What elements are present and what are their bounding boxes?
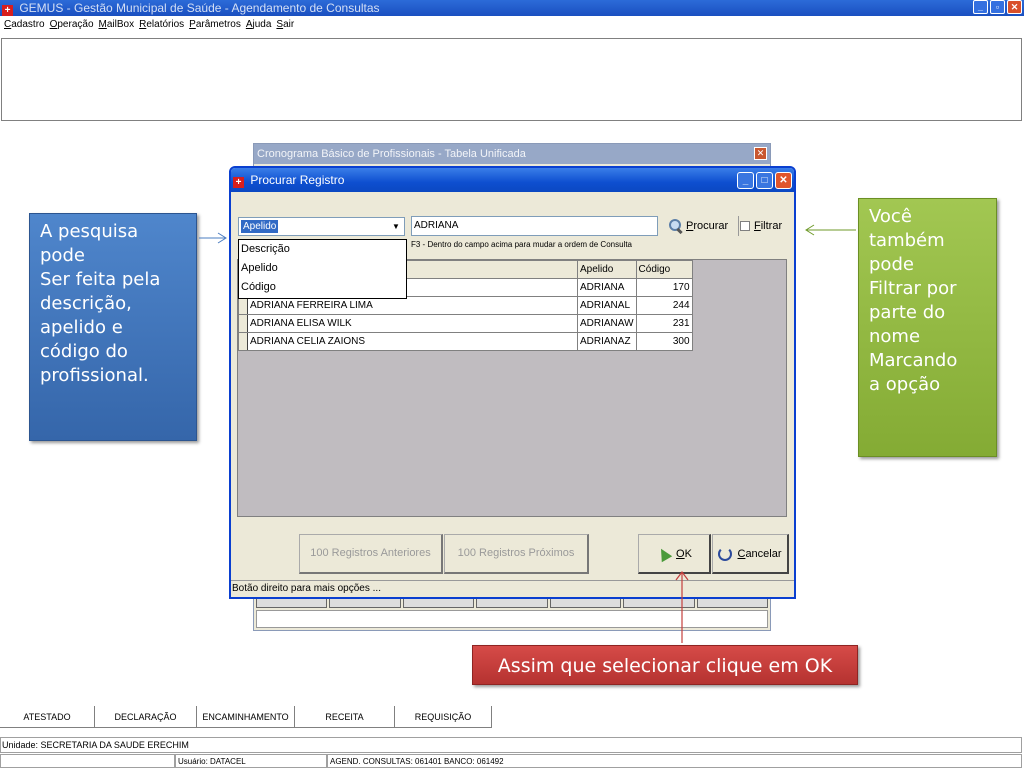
callout-search-info: A pesquisa pode Ser feita pela descrição… xyxy=(29,213,197,441)
callout-line: Filtrar por xyxy=(869,278,957,299)
dialog-minimize-icon[interactable]: _ xyxy=(737,172,754,189)
dialog-cross-icon: + xyxy=(233,177,244,188)
callout-line: também xyxy=(869,230,945,251)
background-status-bar xyxy=(256,610,768,628)
dropdown-arrow-icon[interactable]: ▼ xyxy=(389,219,403,234)
menu-item-mailbox[interactable]: MailBox xyxy=(99,17,135,33)
undo-icon xyxy=(718,546,733,561)
dialog-close-icon[interactable]: ✕ xyxy=(775,172,792,189)
toolbar-area xyxy=(1,38,1022,121)
right-arrow-icon xyxy=(805,224,856,236)
callout-line: Ser feita pela xyxy=(40,269,161,290)
callout-line: descrição, xyxy=(40,293,132,314)
grid-cell-apelido: ADRIANAZ xyxy=(577,332,637,351)
menu-item-relatorios[interactable]: Relatórios xyxy=(139,17,184,33)
status-agend: AGEND. CONSULTAS: 061401 BANCO: 061492 xyxy=(327,754,1022,768)
tab-encaminhamento[interactable]: ENCAMINHAMENTO xyxy=(197,706,295,728)
dialog-maximize-icon[interactable]: □ xyxy=(756,172,773,189)
grid-cell-descricao: ADRIANA CELIA ZAIONS xyxy=(247,332,578,351)
ok-arrow-icon xyxy=(656,546,672,562)
grid-cell-codigo: 244 xyxy=(635,296,693,315)
dropdown-option-codigo[interactable]: Código xyxy=(239,278,406,297)
grid-cell-codigo: 170 xyxy=(635,278,693,297)
checkbox-icon[interactable] xyxy=(740,221,750,231)
callout-line: código do xyxy=(40,341,128,362)
status-usuario: Usuário: DATACEL xyxy=(175,754,327,768)
callout-line: pode xyxy=(40,245,85,266)
callout-filter-info: Você também pode Filtrar por parte do no… xyxy=(858,198,997,457)
grid-header-apelido[interactable]: Apelido xyxy=(577,260,637,279)
callout-line: Marcando xyxy=(869,350,958,371)
grid-cell-codigo: 300 xyxy=(635,332,693,351)
grid-cell-apelido: ADRIANAW xyxy=(577,314,637,333)
search-dialog: + Procurar Registro _ □ ✕ Apelido ▼ Desc… xyxy=(229,166,796,599)
minimize-icon[interactable]: _ xyxy=(973,0,988,14)
procurar-button[interactable]: Procurar xyxy=(667,216,739,236)
tab-atestado[interactable]: ATESTADO xyxy=(0,706,95,728)
callout-line: profissional. xyxy=(40,365,149,386)
callout-ok-info: Assim que selecionar clique em OK xyxy=(472,645,858,685)
background-close-icon[interactable]: ✕ xyxy=(754,147,767,160)
filtrar-checkbox[interactable]: Filtrar xyxy=(740,220,782,232)
search-hint: F3 - Dentro do campo acima para mudar a … xyxy=(411,240,632,249)
ok-button[interactable]: OK xyxy=(638,534,711,574)
callout-line: pode xyxy=(869,254,914,275)
callout-line: parte do xyxy=(869,302,946,323)
close-icon[interactable]: ✕ xyxy=(1007,0,1022,14)
callout-line: apelido e xyxy=(40,317,123,338)
status-empty-cell xyxy=(0,754,175,768)
main-titlebar: + GEMUS - Gestão Municipal de Saúde - Ag… xyxy=(0,0,1024,16)
app-cross-icon: + xyxy=(2,5,13,16)
cancel-button[interactable]: Cancelar xyxy=(712,534,789,574)
menu-item-ajuda[interactable]: Ajuda xyxy=(246,17,272,33)
dropdown-option-descricao[interactable]: Descrição xyxy=(239,240,406,259)
grid-cell-descricao: ADRIANA ELISA WILK xyxy=(247,314,578,333)
menu-item-sair[interactable]: Sair xyxy=(276,17,294,33)
callout-line: nome xyxy=(869,326,921,347)
menu-item-cadastro[interactable]: Cadastro xyxy=(4,17,45,33)
previous-records-button[interactable]: 100 Registros Anteriores xyxy=(299,534,443,574)
menu-item-operacao[interactable]: Operação xyxy=(50,17,94,33)
bottom-tab-bar: ATESTADO DECLARAÇÃO ENCAMINHAMENTO RECEI… xyxy=(0,706,492,728)
background-window-title: Cronograma Básico de Profissionais - Tab… xyxy=(254,144,770,164)
main-window-title: GEMUS - Gestão Municipal de Saúde - Agen… xyxy=(19,1,380,15)
cancel-label: Cancelar xyxy=(737,547,782,560)
callout-line: Você xyxy=(869,206,912,227)
menu-item-parametros[interactable]: Parâmetros xyxy=(189,17,241,33)
tab-receita[interactable]: RECEITA xyxy=(295,706,395,728)
callout-line: a opção xyxy=(869,374,941,395)
grid-cell-apelido: ADRIANA xyxy=(577,278,637,297)
dialog-title: Procurar Registro xyxy=(250,173,345,187)
table-row[interactable]: ADRIANA CELIA ZAIONS ADRIANAZ 300 xyxy=(238,332,693,351)
dropdown-option-apelido[interactable]: Apelido xyxy=(239,259,406,278)
table-row[interactable]: ADRIANA FERREIRA LIMA ADRIANAL 244 xyxy=(238,296,693,315)
grid-cell-codigo: 231 xyxy=(635,314,693,333)
grid-cell-apelido: ADRIANAL xyxy=(577,296,637,315)
next-records-button[interactable]: 100 Registros Próximos xyxy=(444,534,589,574)
callout-line: A pesquisa xyxy=(40,221,139,242)
search-input[interactable]: ADRIANA xyxy=(411,216,658,236)
dialog-titlebar: + Procurar Registro xyxy=(231,168,794,192)
tab-requisicao[interactable]: REQUISIÇÃO xyxy=(395,706,492,728)
magnifier-icon xyxy=(667,218,683,234)
dialog-status-bar: Botão direito para mais opções ... xyxy=(231,580,794,597)
search-type-dropdown: Descrição Apelido Código xyxy=(238,239,407,299)
restore-icon[interactable]: ▫ xyxy=(990,0,1005,14)
search-type-select[interactable]: Apelido ▼ xyxy=(238,217,405,236)
grid-header-codigo[interactable]: Código xyxy=(635,260,693,279)
grid-cell-descricao: ADRIANA FERREIRA LIMA xyxy=(247,296,578,315)
menu-bar: Cadastro Operação MailBox Relatórios Par… xyxy=(0,17,294,33)
table-row[interactable]: ADRIANA ELISA WILK ADRIANAW 231 xyxy=(238,314,693,333)
status-unidade: Unidade: SECRETARIA DA SAUDE ERECHIM xyxy=(0,737,1022,753)
tab-declaracao[interactable]: DECLARAÇÃO xyxy=(95,706,197,728)
left-arrow-icon xyxy=(199,232,227,244)
ok-label: OK xyxy=(676,547,692,560)
status-bar: Usuário: DATACEL AGEND. CONSULTAS: 06140… xyxy=(0,754,1022,768)
filtrar-label: Filtrar xyxy=(754,220,783,232)
search-type-value: Apelido xyxy=(241,220,279,233)
procurar-label: Procurar xyxy=(686,220,729,232)
